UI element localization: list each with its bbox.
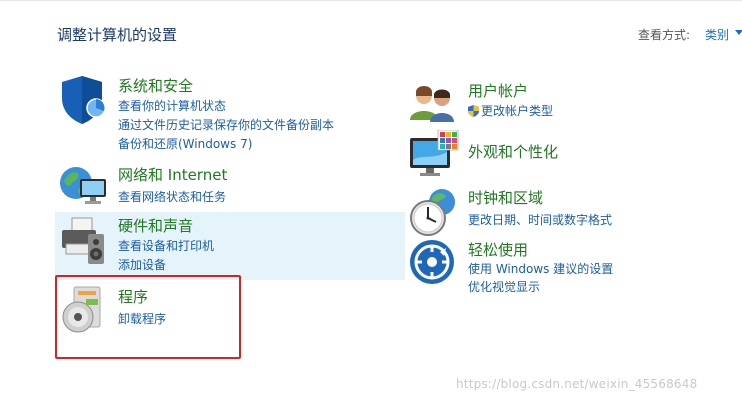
category-system-security: 系统和安全 查看你的计算机状态 通过文件历史记录保存你的文件备份副本 备份和还原… <box>58 74 388 154</box>
top-divider <box>0 0 742 4</box>
category-network-internet: 网络和 Internet 查看网络状态和任务 <box>58 163 388 208</box>
ease-of-access-title[interactable]: 轻松使用 <box>468 239 528 260</box>
view-by-label: 查看方式: <box>638 28 691 42</box>
category-clock-region: 时钟和区域 更改日期、时间或数字格式 <box>408 186 728 236</box>
change-account-type-label: 更改帐户类型 <box>481 104 554 118</box>
link-devices-printers[interactable]: 查看设备和打印机 <box>118 237 214 254</box>
link-add-device[interactable]: 添加设备 <box>118 256 166 273</box>
appearance-title[interactable]: 外观和个性化 <box>468 141 558 162</box>
link-optimize-visual-display[interactable]: 优化视觉显示 <box>468 278 540 295</box>
globe-network-icon <box>60 167 106 204</box>
hardware-sound-title[interactable]: 硬件和声音 <box>118 215 193 236</box>
clock-globe-icon <box>410 189 455 236</box>
link-change-date-time-format[interactable]: 更改日期、时间或数字格式 <box>468 211 612 228</box>
printer-speaker-icon <box>62 217 104 264</box>
category-hardware-sound: 硬件和声音 查看设备和打印机 添加设备 <box>58 214 388 276</box>
users-icon <box>410 86 454 122</box>
network-internet-title[interactable]: 网络和 Internet <box>118 164 227 185</box>
link-network-status[interactable]: 查看网络状态和任务 <box>118 188 226 205</box>
link-file-history[interactable]: 通过文件历史记录保存你的文件备份副本 <box>118 116 334 133</box>
user-accounts-title[interactable]: 用户帐户 <box>468 80 528 101</box>
link-view-computer-status[interactable]: 查看你的计算机状态 <box>118 97 226 114</box>
category-appearance: 外观和个性化 <box>408 130 728 180</box>
view-by-dropdown[interactable]: 类别 <box>705 26 729 43</box>
ease-of-access-icon <box>410 240 454 284</box>
shield-icon <box>62 76 106 124</box>
link-recommended-settings[interactable]: 使用 Windows 建议的设置 <box>468 260 613 277</box>
uac-shield-icon <box>468 105 479 117</box>
chevron-down-icon[interactable] <box>735 30 742 35</box>
annotation-highlight-box <box>55 275 241 359</box>
page-title: 调整计算机的设置 <box>57 26 178 44</box>
link-change-account-type[interactable]: 更改帐户类型 <box>468 102 553 119</box>
monitor-palette-icon <box>410 130 459 176</box>
category-ease-of-access: 轻松使用 使用 Windows 建议的设置 优化视觉显示 <box>408 238 728 298</box>
clock-region-title[interactable]: 时钟和区域 <box>468 187 543 208</box>
link-backup-restore[interactable]: 备份和还原(Windows 7) <box>118 135 252 152</box>
system-security-title[interactable]: 系统和安全 <box>118 75 193 96</box>
category-user-accounts: 用户帐户 更改帐户类型 <box>408 80 728 125</box>
watermark: https://blog.csdn.net/weixin_45568648 <box>456 377 698 391</box>
